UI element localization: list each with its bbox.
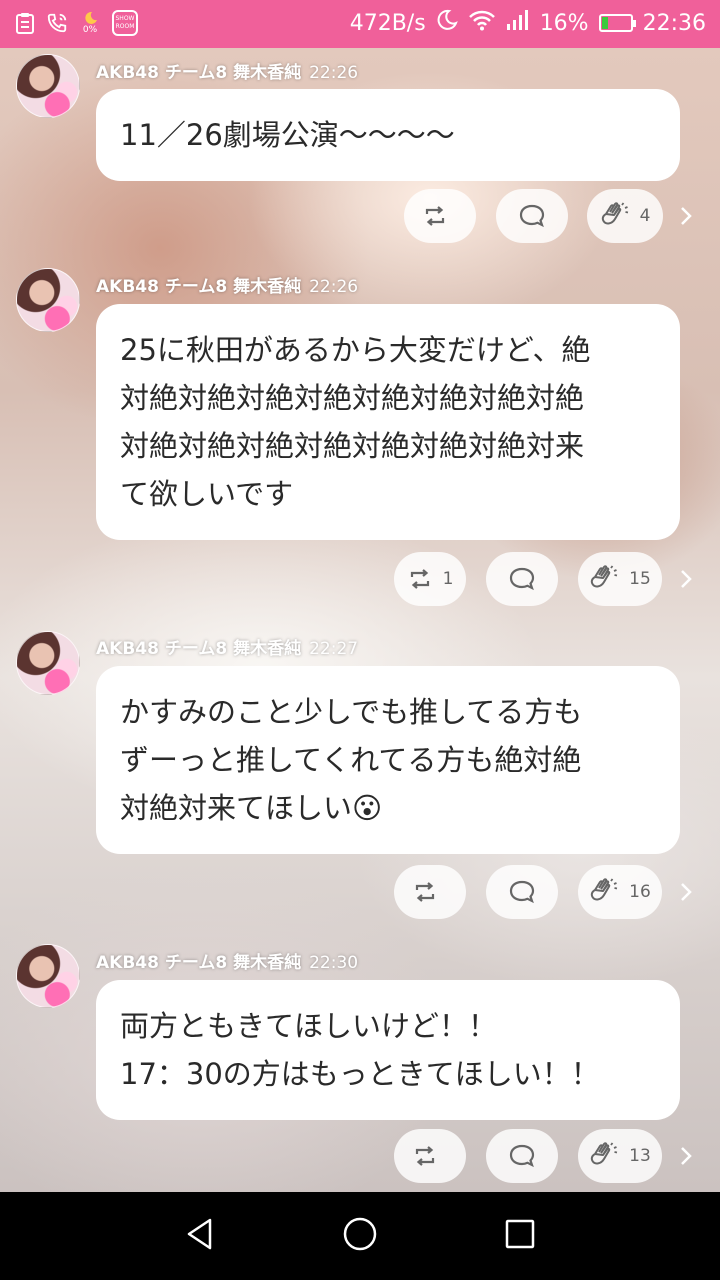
comment-icon	[508, 566, 536, 592]
post-time: 22:26	[309, 277, 359, 297]
clap-button[interactable]: 4	[587, 189, 663, 243]
clap-count: 16	[629, 882, 651, 902]
repost-count: 1	[442, 569, 454, 589]
chevron-right-icon[interactable]	[678, 567, 694, 591]
post-header: AKB48 チーム8 舞木香純 22:30	[96, 948, 358, 973]
battery-percent: 16%	[539, 10, 589, 36]
repost-button[interactable]	[404, 189, 476, 243]
clock: 22:36	[642, 10, 706, 36]
post-time: 22:30	[309, 953, 359, 973]
message-line: 対絶対来てほしい😮	[120, 791, 383, 825]
clap-icon	[589, 565, 619, 593]
author-name: AKB48 チーム8 舞木香純	[96, 63, 302, 83]
chevron-right-icon[interactable]	[678, 204, 694, 228]
recents-square-icon	[504, 1218, 536, 1254]
navigation-bar	[0, 1192, 720, 1280]
message-line: 対絶対絶対絶対絶対絶対絶対絶対来	[120, 429, 585, 463]
clap-button[interactable]: 13	[578, 1129, 662, 1183]
network-speed: 472B/s	[349, 10, 426, 36]
home-button[interactable]	[340, 1216, 380, 1256]
post-actions: 16	[0, 865, 720, 919]
post-header: AKB48 チーム8 舞木香純 22:26	[96, 58, 358, 83]
repost-button[interactable]	[394, 865, 466, 919]
avatar[interactable]	[16, 268, 80, 332]
signal-icon	[506, 9, 530, 37]
post-time: 22:26	[309, 63, 359, 83]
showroom-app-icon: SHOW ROOM	[112, 10, 138, 36]
message-bubble[interactable]: 両方ともきてほしいけど！！ 17：30の方はもっときてほしい！！	[96, 980, 680, 1120]
status-bar: 0% SHOW ROOM 472B/s 16% 22:36	[0, 0, 720, 48]
message-line: 17：30の方はもっときてほしい！！	[120, 1057, 600, 1091]
avatar[interactable]	[16, 631, 80, 695]
clap-icon	[589, 878, 619, 906]
recents-button[interactable]	[500, 1216, 540, 1256]
clap-button[interactable]: 15	[578, 552, 662, 606]
clap-button[interactable]: 16	[578, 865, 662, 919]
comment-icon	[518, 203, 546, 229]
post-actions: 4	[0, 189, 720, 243]
chevron-right-icon[interactable]	[678, 880, 694, 904]
message-line: 11／26劇場公演〜〜〜〜	[120, 118, 455, 152]
author-name: AKB48 チーム8 舞木香純	[96, 277, 302, 297]
message-line: て欲しいです	[120, 477, 294, 511]
clap-count: 15	[629, 569, 651, 589]
post-header: AKB48 チーム8 舞木香純 22:27	[96, 634, 358, 659]
battery-icon	[598, 14, 636, 32]
comment-button[interactable]	[486, 865, 558, 919]
clap-icon	[600, 202, 630, 230]
message-line: ずーっと推してくれてる方も絶対絶	[120, 743, 582, 777]
message-bubble[interactable]: かすみのこと少しでも推してる方も ずーっと推してくれてる方も絶対絶 対絶対来てほ…	[96, 666, 680, 854]
repost-button[interactable]: 1	[394, 552, 466, 606]
post-actions: 13	[0, 1129, 720, 1183]
comment-button[interactable]	[496, 189, 568, 243]
repost-icon	[412, 1144, 438, 1168]
message-bubble[interactable]: 11／26劇場公演〜〜〜〜	[96, 89, 680, 181]
message-line: 両方ともきてほしいけど！！	[120, 1009, 498, 1043]
clipboard-icon	[14, 10, 36, 36]
comment-button[interactable]	[486, 552, 558, 606]
wifi-icon	[468, 9, 496, 37]
clap-icon	[589, 1142, 619, 1170]
author-name: AKB48 チーム8 舞木香純	[96, 953, 302, 973]
message-bubble[interactable]: 25に秋田があるから大変だけど、絶 対絶対絶対絶対絶対絶対絶対絶対絶 対絶対絶対…	[96, 304, 680, 540]
message-line: 対絶対絶対絶対絶対絶対絶対絶対絶	[120, 381, 585, 415]
repost-icon	[407, 567, 433, 591]
avatar[interactable]	[16, 54, 80, 118]
post-actions: 1 15	[0, 552, 720, 606]
comment-button[interactable]	[486, 1129, 558, 1183]
chevron-right-icon[interactable]	[678, 1144, 694, 1168]
home-circle-icon	[342, 1216, 378, 1256]
repost-button[interactable]	[394, 1129, 466, 1183]
post-time: 22:27	[309, 639, 359, 659]
repost-icon	[412, 880, 438, 904]
message-line: かすみのこと少しでも推してる方も	[120, 695, 583, 729]
moon-icon	[436, 9, 458, 37]
data-saver-icon: 0%	[78, 10, 102, 36]
comment-icon	[508, 879, 536, 905]
back-button[interactable]	[180, 1216, 220, 1256]
post-header: AKB48 チーム8 舞木香純 22:26	[96, 272, 358, 297]
back-triangle-icon	[184, 1217, 216, 1255]
repost-icon	[422, 204, 448, 228]
wifi-call-icon	[46, 10, 68, 36]
clap-count: 13	[629, 1146, 651, 1166]
avatar[interactable]	[16, 944, 80, 1008]
comment-icon	[508, 1143, 536, 1169]
clap-count: 4	[639, 206, 651, 226]
message-line: 25に秋田があるから大変だけど、絶	[120, 333, 591, 367]
author-name: AKB48 チーム8 舞木香純	[96, 639, 302, 659]
